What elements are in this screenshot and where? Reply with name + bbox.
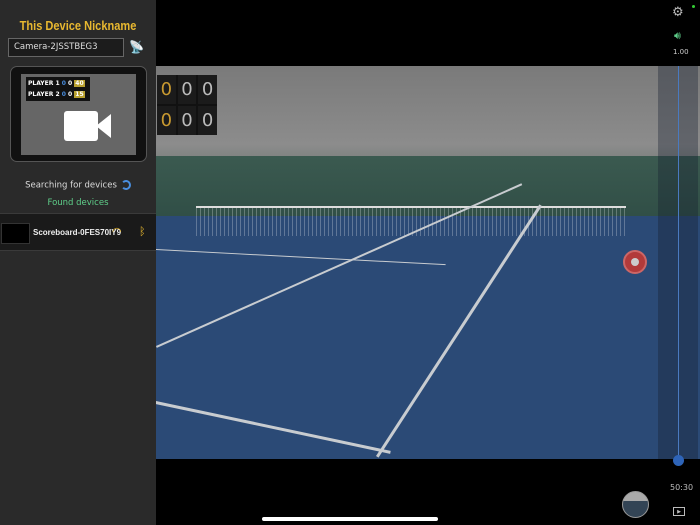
wifi-icon: ◠ (112, 225, 122, 238)
spinner-icon (120, 180, 131, 190)
device-name: Scoreboard-0FES70IY9 (33, 228, 122, 237)
camera-feed[interactable] (156, 66, 700, 459)
device-list-item[interactable]: Scoreboard-0FES70IY9 ◠ ᛒ (0, 213, 156, 251)
status-dot (692, 5, 695, 8)
found-devices-label: Found devices (47, 198, 109, 208)
record-button[interactable] (623, 250, 647, 274)
scoreboard-thumbnail (1, 223, 30, 244)
mini-scoreboard: PLAYER 1 0 0 40 PLAYER 2 0 0 15 (26, 77, 90, 101)
gallery-thumbnail[interactable] (622, 491, 649, 518)
video-camera-icon (64, 111, 111, 141)
bluetooth-icon: ᛒ (139, 225, 146, 238)
searching-status: Searching for devices (0, 180, 156, 191)
nickname-input[interactable]: Camera-2JSSTBEG3 (8, 38, 124, 57)
playback-icon[interactable]: ▶ (673, 507, 685, 516)
zoom-slider-handle[interactable] (673, 455, 684, 466)
zoom-level: 1.00 (673, 48, 689, 56)
device-preview: PLAYER 1 0 0 40 PLAYER 2 0 0 15 (10, 66, 147, 162)
sidebar: This Device Nickname Camera-2JSSTBEG3 📡 … (0, 0, 156, 525)
gear-icon[interactable]: ⚙ (672, 5, 684, 20)
broadcast-icon[interactable]: 📡 (129, 40, 144, 54)
home-indicator (262, 517, 438, 521)
nickname-title: This Device Nickname (19, 18, 137, 33)
score-overlay: 000 000 (157, 75, 217, 135)
speaker-icon[interactable]: 🔊︎ (674, 29, 681, 43)
recording-timer: 50:30 (670, 483, 694, 492)
